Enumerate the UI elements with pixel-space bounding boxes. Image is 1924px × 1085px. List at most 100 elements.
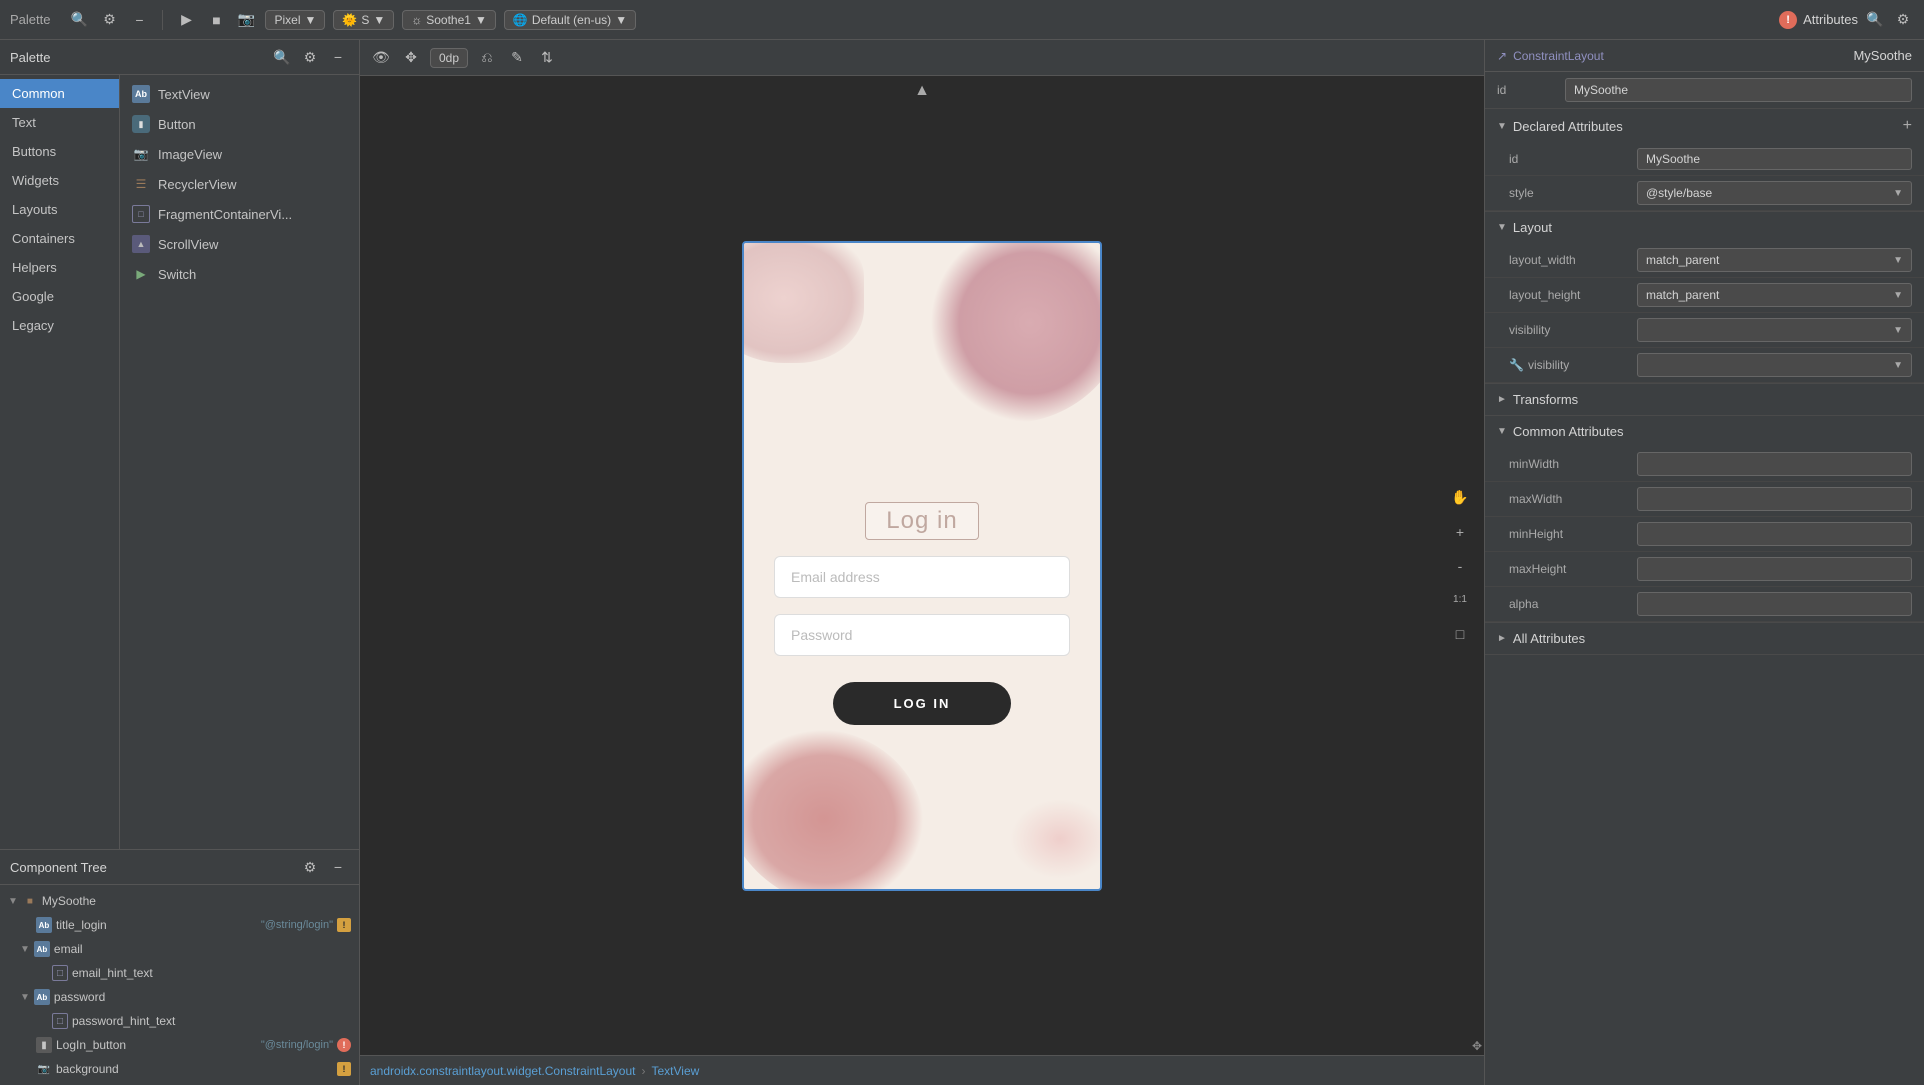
tree-minus-icon[interactable]: − (327, 856, 349, 878)
attr-value-visibility[interactable]: ▼ (1637, 318, 1912, 342)
attr-row-layout-width: layout_width match_parent ▼ (1485, 243, 1924, 278)
locale-dropdown[interactable]: 🌐 Default (en-us) ▼ (504, 10, 636, 30)
error-badge[interactable]: ! (1779, 11, 1797, 29)
tree-item-password-hint[interactable]: □ password_hint_text (0, 1009, 359, 1033)
email-input-display: Email address (774, 556, 1070, 598)
declared-section-header[interactable]: ▼ Declared Attributes + (1485, 109, 1924, 143)
canvas-ratio-tool[interactable]: 1:1 (1446, 586, 1474, 614)
tree-item-title-login[interactable]: Ab title_login "@string/login" ! (0, 913, 359, 937)
resize-handle[interactable]: ✥ (1472, 1039, 1482, 1053)
password-ab-icon: Ab (34, 989, 50, 1005)
nav-item-google[interactable]: Google (0, 282, 119, 311)
attr-value-layout-width[interactable]: match_parent ▼ (1637, 248, 1912, 272)
theme-label: Soothe1 (426, 13, 471, 27)
render-icon[interactable]: ▶ (175, 9, 197, 31)
canvas-frame-tool[interactable]: □ (1446, 620, 1474, 648)
palette-item-recyclerview[interactable]: ☰ RecyclerView (120, 169, 359, 199)
palette-item-scrollview[interactable]: ▲ ScrollView (120, 229, 359, 259)
tree-item-background[interactable]: 📷 background ! (0, 1057, 359, 1081)
attr-value-id[interactable]: MySoothe (1637, 148, 1912, 170)
attr-value-maxheight[interactable] (1637, 557, 1912, 581)
stop-render-icon[interactable]: ■ (205, 9, 227, 31)
attr-value-alpha[interactable] (1637, 592, 1912, 616)
attr-value-maxheight-container (1637, 557, 1912, 581)
scale-dropdown[interactable]: 🌞 S ▼ (333, 10, 394, 30)
attr-value-layout-height[interactable]: match_parent ▼ (1637, 283, 1912, 307)
palette-settings-icon[interactable]: ⚙ (299, 46, 321, 68)
nav-item-helpers[interactable]: Helpers (0, 253, 119, 282)
attr-id-value[interactable]: MySoothe (1565, 78, 1912, 102)
palette-item-textview[interactable]: Ab TextView (120, 79, 359, 109)
canvas-crosshair-icon[interactable]: ✥ (400, 47, 422, 69)
login-button-display[interactable]: LOG IN (833, 682, 1011, 725)
imageview-label: ImageView (158, 147, 222, 162)
search-icon[interactable]: 🔍 (68, 9, 90, 31)
common-section-header[interactable]: ▼ Common Attributes (1485, 416, 1924, 447)
password-hint-box-icon: □ (52, 1013, 68, 1029)
canvas-pen-icon[interactable]: ✎ (506, 47, 528, 69)
transforms-section-header[interactable]: ► Transforms (1485, 384, 1924, 415)
breadcrumb-parent[interactable]: androidx.constraintlayout.widget.Constra… (370, 1064, 636, 1078)
canvas-dp-dropdown[interactable]: 0dp (430, 48, 468, 68)
pixel-dropdown[interactable]: Pixel ▼ (265, 10, 325, 30)
attr-value-id-container: MySoothe (1637, 148, 1912, 170)
zoom-icon[interactable]: 📷 (235, 9, 257, 31)
scrollview-label: ScrollView (158, 237, 218, 252)
nav-item-buttons[interactable]: Buttons (0, 137, 119, 166)
canvas-add-tool[interactable]: + (1446, 518, 1474, 546)
palette-item-fragment[interactable]: □ FragmentContainerVi... (120, 199, 359, 229)
textview-label: TextView (158, 87, 210, 102)
attr-name-maxheight: maxHeight (1509, 562, 1629, 576)
attr-value-minheight-container (1637, 522, 1912, 546)
theme-dropdown[interactable]: ☼ Soothe1 ▼ (402, 10, 496, 30)
attr-settings-icon[interactable]: ⚙ (1892, 9, 1914, 31)
all-arrow: ► (1497, 633, 1507, 644)
nav-item-containers[interactable]: Containers (0, 224, 119, 253)
attr-value-visibility2[interactable]: ▼ (1637, 353, 1912, 377)
all-section-header[interactable]: ► All Attributes (1485, 623, 1924, 654)
tree-label-background: background (56, 1062, 333, 1076)
attr-value-maxwidth[interactable] (1637, 487, 1912, 511)
canvas-path-icon[interactable]: ⎌ (476, 47, 498, 69)
palette-item-button[interactable]: ▮ Button (120, 109, 359, 139)
tree-item-password[interactable]: ▼ Ab password (0, 985, 359, 1009)
tree-item-email[interactable]: ▼ Ab email (0, 937, 359, 961)
palette-minus-icon[interactable]: − (327, 46, 349, 68)
layout-section-header[interactable]: ▼ Layout (1485, 212, 1924, 243)
attr-value-style[interactable]: @style/base ▼ (1637, 181, 1912, 205)
palette-item-imageview[interactable]: 📷 ImageView (120, 139, 359, 169)
nav-item-text[interactable]: Text (0, 108, 119, 137)
recyclerview-icon: ☰ (132, 175, 150, 193)
nav-item-legacy[interactable]: Legacy (0, 311, 119, 340)
breadcrumb-child[interactable]: TextView (652, 1064, 700, 1078)
attr-row-visibility: visibility ▼ (1485, 313, 1924, 348)
tree-item-email-hint[interactable]: □ email_hint_text (0, 961, 359, 985)
declared-section-add[interactable]: + (1903, 117, 1912, 135)
recyclerview-label: RecyclerView (158, 177, 237, 192)
attr-row-minwidth: minWidth (1485, 447, 1924, 482)
attributes-panel: ↗ ConstraintLayout MySoothe id MySoothe … (1484, 40, 1924, 1085)
minimize-icon[interactable]: − (128, 9, 150, 31)
pixel-label: Pixel (274, 13, 300, 27)
tree-item-mysoothe[interactable]: ▼ ■ MySoothe (0, 889, 359, 913)
attr-header-icons: MySoothe (1853, 48, 1912, 63)
canvas-eye-icon[interactable]: 👁 (370, 47, 392, 69)
tree-settings-icon[interactable]: ⚙ (299, 856, 321, 878)
component-tree-panel: Component Tree ⚙ − ▼ ■ MySoothe Ab title (0, 849, 360, 1085)
nav-item-common[interactable]: Common (0, 79, 119, 108)
attr-value-minwidth[interactable] (1637, 452, 1912, 476)
nav-item-layouts[interactable]: Layouts (0, 195, 119, 224)
attr-value-width-container: match_parent ▼ (1637, 248, 1912, 272)
tree-item-login-button[interactable]: ▮ LogIn_button "@string/login" ! (0, 1033, 359, 1057)
canvas-minus-tool[interactable]: - (1446, 552, 1474, 580)
palette-search-icon[interactable]: 🔍 (271, 46, 293, 68)
attr-search-icon[interactable]: 🔍 (1864, 9, 1886, 31)
attr-row-maxwidth: maxWidth (1485, 482, 1924, 517)
palette-item-switch[interactable]: ▶ Switch (120, 259, 359, 289)
attr-value-minheight[interactable] (1637, 522, 1912, 546)
attr-name-visibility: visibility (1509, 323, 1629, 337)
nav-item-widgets[interactable]: Widgets (0, 166, 119, 195)
canvas-align-icon[interactable]: ⇅ (536, 47, 558, 69)
settings-icon[interactable]: ⚙ (98, 9, 120, 31)
canvas-hand-tool[interactable]: ✋ (1446, 484, 1474, 512)
